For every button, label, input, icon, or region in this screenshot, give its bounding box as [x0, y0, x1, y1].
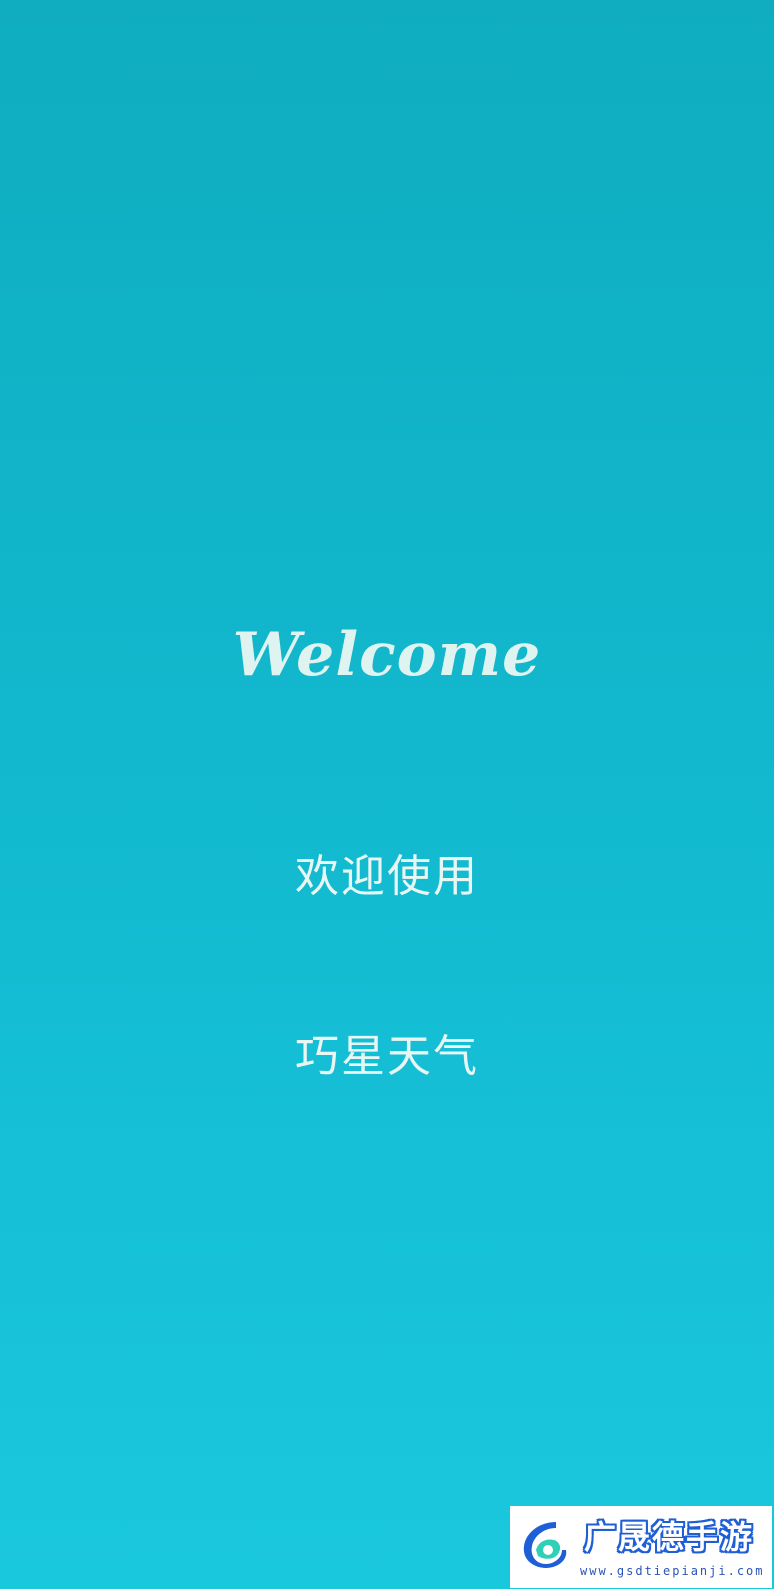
watermark-logo-icon: [523, 1522, 567, 1568]
splash-screen: Welcome 欢迎使用 巧星天气 广晟德手游 www.gsdtiepianji…: [0, 0, 774, 1589]
greeting-text: 欢迎使用: [295, 851, 479, 902]
welcome-title: Welcome: [232, 620, 542, 690]
watermark: 广晟德手游 www.gsdtiepianji.com: [510, 1506, 772, 1588]
watermark-url: www.gsdtiepianji.com: [580, 1564, 765, 1578]
app-name-text: 巧星天气: [295, 1031, 479, 1082]
watermark-title: 广晟德手游: [584, 1518, 755, 1556]
